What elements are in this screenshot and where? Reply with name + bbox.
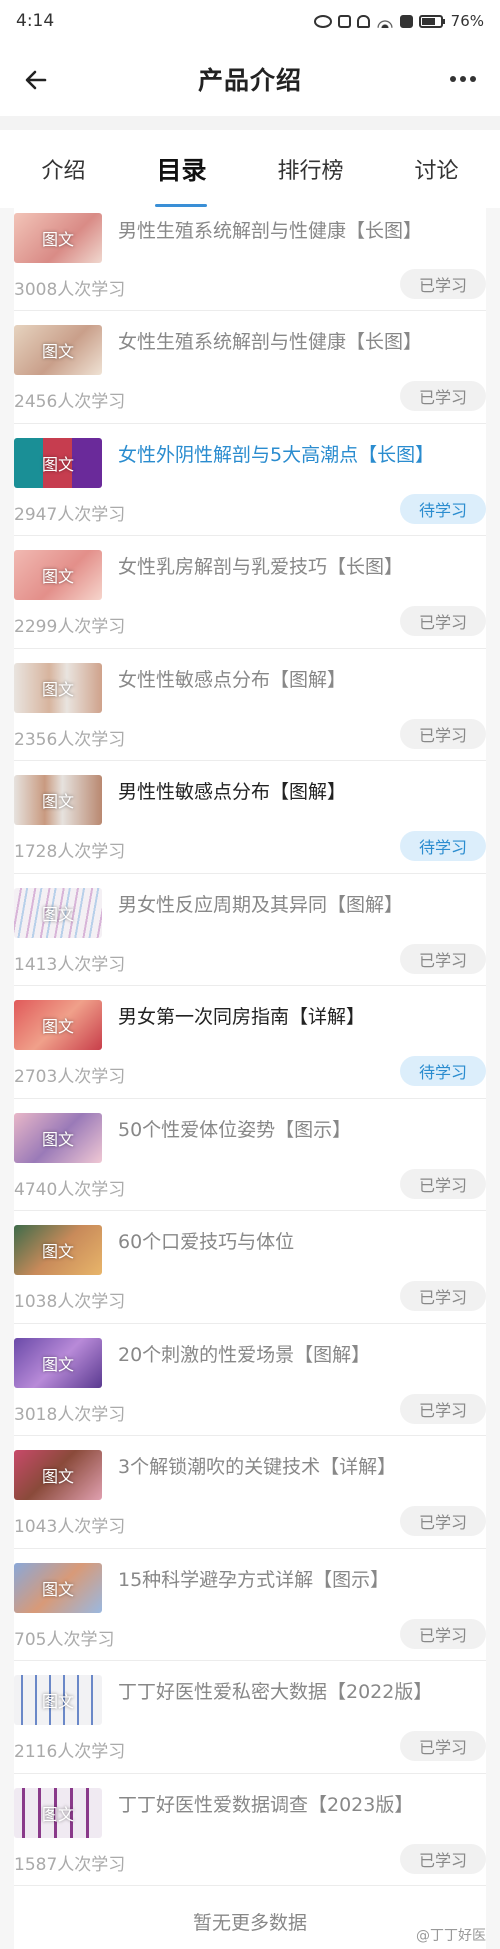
list-item[interactable]: 图文 男性性敏感点分布【图解】 1728人次学习 待学习 (14, 761, 486, 874)
thumbnail: 图文 (14, 887, 102, 938)
item-title: 女性性敏感点分布【图解】 (118, 668, 347, 691)
mute-icon (356, 14, 370, 28)
list-item[interactable]: 图文 60个口爱技巧与体位 1038人次学习 已学习 (14, 1211, 486, 1324)
thumbnail: 图文 (14, 1225, 102, 1275)
status-badge[interactable]: 已学习 (400, 718, 486, 749)
status-badge[interactable]: 已学习 (400, 1281, 486, 1311)
status-badge[interactable]: 待学习 (400, 493, 486, 524)
eye-icon (313, 14, 332, 28)
list-item[interactable]: 图文 男性生殖系统解剖与性健康【长图】 3008人次学习 已学习 (14, 208, 486, 311)
list-item[interactable]: 图文 女性生殖系统解剖与性健康【长图】 2456人次学习 已学习 (14, 311, 486, 424)
study-count: 1038人次学习 (14, 1292, 126, 1312)
tab-intro[interactable]: 介绍 (25, 145, 101, 193)
app-header: 产品介绍 (0, 42, 500, 116)
study-count: 2456人次学习 (14, 392, 126, 412)
list-item[interactable]: 图文 男女第一次同房指南【详解】 2703人次学习 待学习 (14, 986, 486, 1099)
item-title: 女性外阴性解剖与5大高潮点【长图】 (118, 443, 435, 466)
status-badge[interactable]: 待学习 (400, 1056, 486, 1086)
battery-level: 76% (450, 12, 484, 30)
item-title: 50个性爱体位姿势【图示】 (118, 1118, 352, 1141)
thumbnail: 图文 (14, 325, 102, 375)
list-item[interactable]: 图文 丁丁好医性爱私密大数据【2022版】 2116人次学习 已学习 (14, 1661, 486, 1774)
alert-icon (399, 14, 413, 28)
thumbnail: 图文 (14, 437, 102, 488)
arrow-left-icon[interactable] (24, 68, 48, 92)
thumbnail: 图文 (14, 775, 102, 825)
nfc-icon (337, 14, 351, 28)
list-item[interactable]: 图文 女性乳房解剖与乳爱技巧【长图】 2299人次学习 已学习 (14, 536, 486, 649)
study-count: 1043人次学习 (14, 1517, 126, 1537)
thumbnail: 图文 (14, 1562, 102, 1613)
study-count: 2947人次学习 (14, 504, 126, 525)
status-badge[interactable]: 已学习 (400, 1506, 486, 1536)
study-count: 2356人次学习 (14, 729, 126, 750)
item-title: 丁丁好医性爱数据调查【2023版】 (118, 1793, 414, 1816)
more-dots-icon[interactable] (450, 76, 476, 82)
thumbnail: 图文 (14, 213, 102, 263)
item-title: 女性生殖系统解剖与性健康【长图】 (118, 331, 423, 353)
course-list: 图文 男性生殖系统解剖与性健康【长图】 3008人次学习 已学习 图文 女性生殖… (14, 208, 486, 1886)
study-count: 2116人次学习 (14, 1742, 126, 1762)
status-bar: 4:14 76% (0, 0, 500, 42)
thumbnail: 图文 (14, 1112, 102, 1163)
status-badge[interactable]: 已学习 (400, 1731, 486, 1761)
study-count: 2299人次学习 (14, 617, 126, 637)
status-badge[interactable]: 已学习 (400, 1168, 486, 1199)
study-count: 1728人次学习 (14, 842, 126, 862)
list-item[interactable]: 图文 女性性敏感点分布【图解】 2356人次学习 已学习 (14, 649, 486, 761)
status-badge[interactable]: 已学习 (400, 269, 486, 299)
wifi-icon (375, 14, 394, 28)
item-title: 20个刺激的性爱场景【图解】 (118, 1343, 371, 1366)
status-badge[interactable]: 已学习 (400, 381, 486, 411)
status-badge[interactable]: 已学习 (400, 606, 486, 636)
study-count: 1587人次学习 (14, 1854, 126, 1875)
status-badge[interactable]: 已学习 (400, 1843, 486, 1874)
list-item[interactable]: 图文 15种科学避孕方式详解【图示】 705人次学习 已学习 (14, 1549, 486, 1661)
study-count: 1413人次学习 (14, 954, 126, 975)
list-item[interactable]: 图文 50个性爱体位姿势【图示】 4740人次学习 已学习 (14, 1099, 486, 1211)
item-title: 男性生殖系统解剖与性健康【长图】 (118, 220, 423, 242)
tab-ranking[interactable]: 排行榜 (261, 145, 359, 193)
status-time: 4:14 (16, 11, 55, 31)
study-count: 3008人次学习 (14, 280, 126, 300)
status-badge[interactable]: 待学习 (400, 831, 486, 861)
battery-icon (418, 14, 445, 28)
tab-discussion[interactable]: 讨论 (398, 145, 474, 193)
item-title: 男女性反应周期及其异同【图解】 (118, 893, 404, 916)
study-count: 4740人次学习 (14, 1179, 126, 1200)
item-title: 女性乳房解剖与乳爱技巧【长图】 (118, 556, 404, 578)
thumbnail: 图文 (14, 1337, 102, 1388)
item-title: 丁丁好医性爱私密大数据【2022版】 (118, 1681, 433, 1703)
list-item[interactable]: 图文 男女性反应周期及其异同【图解】 1413人次学习 已学习 (14, 874, 486, 986)
status-badge[interactable]: 已学习 (400, 1618, 486, 1649)
status-icons: 76% (313, 12, 484, 30)
thumbnail: 图文 (14, 1450, 102, 1500)
tab-bar: 介绍 目录 排行榜 讨论 (0, 130, 500, 208)
divider (0, 116, 500, 130)
thumbnail: 图文 (14, 550, 102, 600)
thumbnail: 图文 (14, 662, 102, 713)
item-title: 60个口爱技巧与体位 (118, 1231, 295, 1253)
list-item[interactable]: 图文 丁丁好医性爱数据调查【2023版】 1587人次学习 已学习 (14, 1774, 486, 1886)
item-title: 男女第一次同房指南【详解】 (118, 1006, 366, 1028)
status-badge[interactable]: 已学习 (400, 1393, 486, 1424)
tab-catalog[interactable]: 目录 (140, 143, 222, 195)
status-badge[interactable]: 已学习 (400, 943, 486, 974)
list-item[interactable]: 图文 女性外阴性解剖与5大高潮点【长图】 2947人次学习 待学习 (14, 424, 486, 536)
thumbnail: 图文 (14, 1675, 102, 1725)
item-title: 3个解锁潮吹的关键技术【详解】 (118, 1456, 397, 1478)
study-count: 3018人次学习 (14, 1404, 126, 1425)
watermark: @丁丁好医 (416, 1928, 486, 1944)
study-count: 2703人次学习 (14, 1067, 126, 1087)
study-count: 705人次学习 (14, 1629, 115, 1650)
list-item[interactable]: 图文 3个解锁潮吹的关键技术【详解】 1043人次学习 已学习 (14, 1436, 486, 1549)
list-item[interactable]: 图文 20个刺激的性爱场景【图解】 3018人次学习 已学习 (14, 1324, 486, 1436)
item-title: 男性性敏感点分布【图解】 (118, 781, 347, 803)
page-title: 产品介绍 (197, 66, 302, 95)
thumbnail: 图文 (14, 1787, 102, 1838)
item-title: 15种科学避孕方式详解【图示】 (118, 1568, 390, 1591)
thumbnail: 图文 (14, 1000, 102, 1050)
